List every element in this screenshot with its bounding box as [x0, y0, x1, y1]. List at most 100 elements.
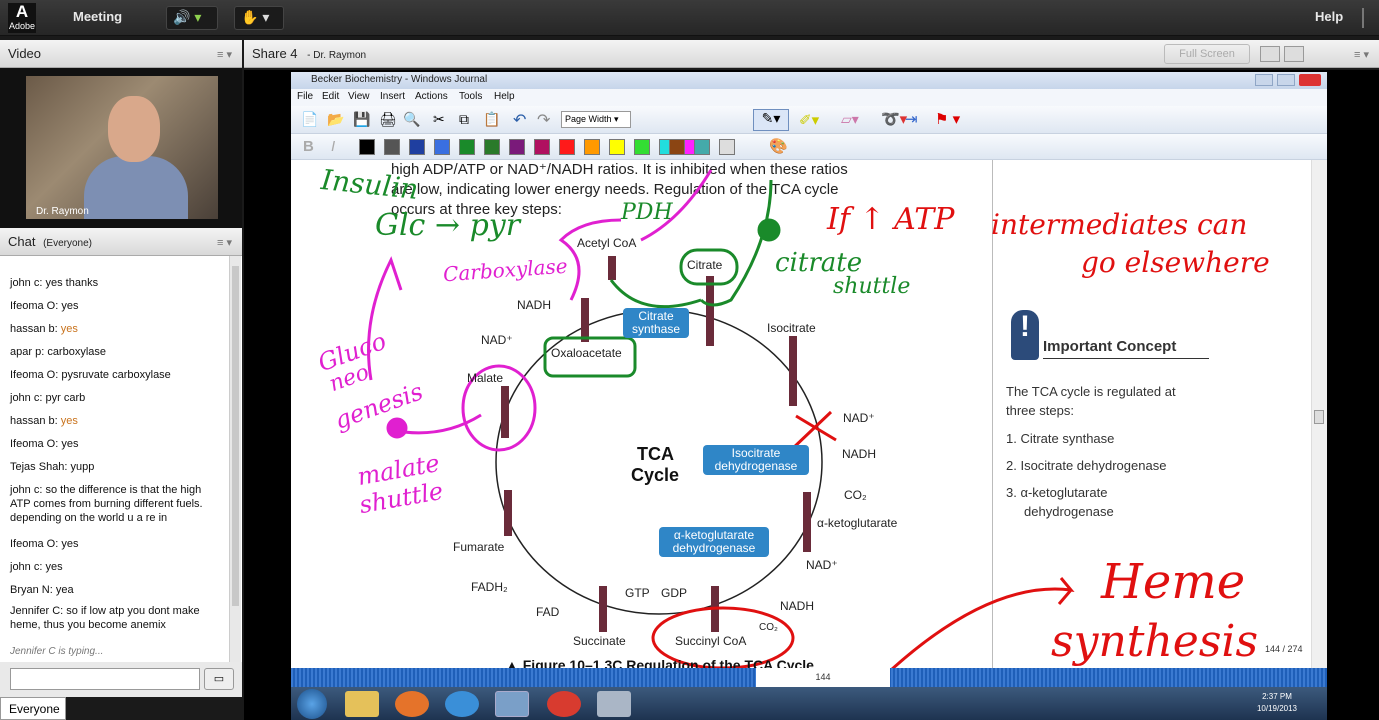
pen-tool-icon[interactable]: ✎▾: [753, 109, 789, 131]
color-palette-icon[interactable]: 🎨: [769, 137, 788, 155]
chat-text: yes: [60, 415, 78, 427]
lasso-icon[interactable]: ➰▾: [881, 110, 907, 128]
color-swatch[interactable]: [434, 139, 450, 155]
pod-menu-icon[interactable]: ≡ ▾: [217, 48, 232, 61]
chat-message: Ifeoma O: yes: [10, 537, 220, 551]
acetyl-coa-label: Acetyl CoA: [577, 236, 637, 250]
color-swatch[interactable]: [694, 139, 710, 155]
chrome-icon[interactable]: [547, 691, 581, 717]
cut-icon[interactable]: ✂: [433, 111, 445, 128]
start-button-icon[interactable]: [297, 689, 327, 719]
send-button[interactable]: ▭: [204, 668, 234, 690]
open-icon[interactable]: 📂: [327, 111, 344, 128]
chat-sender: Ifeoma O:: [10, 369, 59, 381]
italic-icon[interactable]: I: [331, 138, 335, 155]
redo-icon[interactable]: ↷: [537, 110, 550, 130]
eraser-icon[interactable]: ▱▾: [841, 111, 859, 128]
fit-width-icon[interactable]: [1260, 46, 1280, 62]
color-swatch[interactable]: [584, 139, 600, 155]
color-swatch[interactable]: [484, 139, 500, 155]
save-icon[interactable]: 💾: [353, 111, 370, 128]
gdp-label: GDP: [661, 586, 688, 600]
search-icon[interactable]: 🔍: [403, 111, 420, 128]
journal-menu-insert[interactable]: Insert: [380, 91, 405, 102]
chat-sender: Ifeoma O:: [10, 300, 59, 312]
journal-menu-view[interactable]: View: [348, 91, 370, 102]
close-icon[interactable]: [1299, 74, 1321, 86]
clock-date: 10/19/2013: [1256, 704, 1297, 713]
undo-icon[interactable]: ↶: [513, 110, 526, 130]
internet-explorer-icon[interactable]: [445, 691, 479, 717]
hand-icon: ✋ ▾: [241, 9, 270, 25]
maximize-icon[interactable]: [1277, 74, 1295, 86]
journal-menu-help[interactable]: Help: [494, 91, 515, 102]
copy-icon[interactable]: ⧉: [459, 111, 469, 128]
explorer-icon[interactable]: [345, 691, 379, 717]
raise-hand-button[interactable]: ✋ ▾: [234, 6, 284, 30]
concept-item-3b: dehydrogenase: [1006, 504, 1114, 519]
bar-malate: [501, 386, 509, 438]
nadh-right-label: NADH: [842, 447, 877, 461]
chat-message: john c: so the difference is that the hi…: [10, 483, 220, 525]
speaker-icon: 🔊 ▾: [173, 9, 202, 25]
journal-menu-edit[interactable]: Edit: [322, 91, 339, 102]
journal-scrollbar[interactable]: [1311, 160, 1327, 668]
journal-task-icon[interactable]: [495, 691, 529, 717]
chat-input[interactable]: [10, 668, 200, 690]
journal-menu-actions[interactable]: Actions: [415, 91, 448, 102]
journal-scroll-thumb[interactable]: [1314, 410, 1324, 424]
nad-lower-label: NAD⁺: [806, 558, 838, 572]
print-icon[interactable]: 🖨: [379, 111, 397, 128]
chat-scrollbar[interactable]: [229, 256, 241, 664]
pdh-annotation: PDH: [621, 200, 673, 225]
chat-sender: john c:: [10, 561, 43, 573]
actual-size-icon[interactable]: [1284, 46, 1304, 62]
insert-space-icon[interactable]: ⇥: [905, 110, 918, 128]
chat-sender: apar p:: [10, 346, 45, 358]
journal-menu-tools[interactable]: Tools: [459, 91, 482, 102]
color-swatch[interactable]: [409, 139, 425, 155]
help-menu[interactable]: Help: [1315, 9, 1343, 24]
monitor-app-icon[interactable]: [597, 691, 631, 717]
important-concept-icon: !: [1011, 310, 1039, 360]
chat-text: yes: [61, 538, 79, 550]
journal-title: Becker Biochemistry - Windows Journal: [311, 74, 488, 85]
share-pod-header: Share 4 - Dr. Raymon Full Screen ≡ ▾: [244, 40, 1379, 68]
color-swatch[interactable]: [459, 139, 475, 155]
firefox-icon[interactable]: [395, 691, 429, 717]
color-swatch[interactable]: [559, 139, 575, 155]
chat-scroll-thumb[interactable]: [232, 266, 239, 606]
concept-item-3: 3. α-ketoglutarate: [1006, 485, 1108, 500]
page-width-select[interactable]: Page Width ▾: [561, 111, 631, 128]
color-toolbar: B I 🎨: [291, 134, 1327, 160]
new-page-icon[interactable]: 📄: [301, 111, 318, 128]
bar-citrate: [706, 276, 714, 346]
full-screen-button[interactable]: Full Screen: [1164, 44, 1250, 64]
speaker-button[interactable]: 🔊 ▾: [166, 6, 218, 30]
adobe-logo: A Adobe: [8, 2, 36, 33]
everyone-tab[interactable]: Everyone: [0, 697, 66, 720]
heme-arrow: [891, 577, 1075, 668]
color-swatch[interactable]: [609, 139, 625, 155]
color-swatch[interactable]: [634, 139, 650, 155]
highlighter-icon[interactable]: ✐▾: [799, 111, 819, 129]
color-swatch[interactable]: [509, 139, 525, 155]
color-swatch[interactable]: [384, 139, 400, 155]
color-swatch[interactable]: [669, 139, 685, 155]
color-swatch[interactable]: [359, 139, 375, 155]
color-swatch[interactable]: [719, 139, 735, 155]
page-counter: 144 / 274: [1265, 644, 1303, 654]
journal-menu-file[interactable]: File: [297, 91, 313, 102]
concept-item-1: 1. Citrate synthase: [1006, 431, 1115, 446]
bold-icon[interactable]: B: [303, 138, 314, 155]
chat-messages: john c: yes thanks Ifeoma O: yes hassan b:…: [0, 256, 242, 664]
color-swatch[interactable]: [534, 139, 550, 155]
flag-icon[interactable]: ⚑ ▾: [935, 110, 960, 128]
chat-menu-icon[interactable]: ≡ ▾: [217, 236, 232, 249]
minimize-icon[interactable]: [1255, 74, 1273, 86]
divider: [1362, 8, 1364, 28]
paste-icon[interactable]: 📋: [483, 111, 500, 128]
share-menu-icon[interactable]: ≡ ▾: [1354, 48, 1369, 61]
bar-isocitrate: [789, 336, 797, 406]
meeting-menu[interactable]: Meeting: [73, 9, 122, 24]
